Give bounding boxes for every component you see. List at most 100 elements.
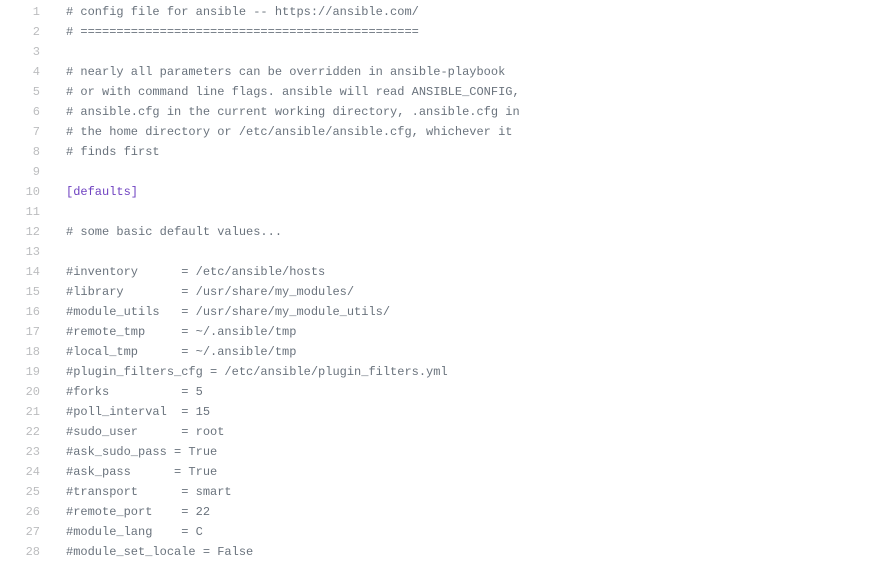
line-number[interactable]: 27: [0, 522, 50, 542]
line-content[interactable]: #remote_tmp = ~/.ansible/tmp: [50, 322, 885, 342]
line-content[interactable]: #forks = 5: [50, 382, 885, 402]
line-content[interactable]: #plugin_filters_cfg = /etc/ansible/plugi…: [50, 362, 885, 382]
line-content[interactable]: [defaults]: [50, 182, 885, 202]
code-line: 22 #sudo_user = root: [0, 422, 885, 442]
code-line: 23 #ask_sudo_pass = True: [0, 442, 885, 462]
code-token: # nearly all parameters can be overridde…: [66, 65, 505, 79]
line-number[interactable]: 15: [0, 282, 50, 302]
code-token: #module_utils = /usr/share/my_module_uti…: [66, 305, 390, 319]
line-number[interactable]: 25: [0, 482, 50, 502]
code-token: # ansible.cfg in the current working dir…: [66, 105, 520, 119]
line-content[interactable]: #transport = smart: [50, 482, 885, 502]
code-line: 2 # =====================================…: [0, 22, 885, 42]
line-number[interactable]: 14: [0, 262, 50, 282]
line-content[interactable]: [50, 202, 885, 222]
line-content[interactable]: # nearly all parameters can be overridde…: [50, 62, 885, 82]
line-number[interactable]: 3: [0, 42, 50, 62]
code-line: 8# finds first: [0, 142, 885, 162]
code-token: #poll_interval = 15: [66, 405, 210, 419]
code-line: 27#module_lang = C: [0, 522, 885, 542]
code-token: # or with command line flags. ansible wi…: [66, 85, 520, 99]
code-line: 4 # nearly all parameters can be overridd…: [0, 62, 885, 82]
code-token: #module_set_locale = False: [66, 545, 253, 559]
code-line: 9: [0, 162, 885, 182]
code-line: 24 #ask_pass = True: [0, 462, 885, 482]
code-token: #library = /usr/share/my_modules/: [66, 285, 354, 299]
line-number[interactable]: 4: [0, 62, 50, 82]
code-token: # config file for ansible -- https://ans…: [66, 5, 419, 19]
line-content[interactable]: # finds first: [50, 142, 885, 162]
line-content[interactable]: [50, 242, 885, 262]
line-content[interactable]: #ask_pass = True: [50, 462, 885, 482]
line-content[interactable]: # or with command line flags. ansible wi…: [50, 82, 885, 102]
line-content[interactable]: [50, 162, 885, 182]
line-number[interactable]: 17: [0, 322, 50, 342]
code-token: # the home directory or /etc/ansible/ans…: [66, 125, 512, 139]
code-token: #sudo_user = root: [66, 425, 224, 439]
code-line: 28 #module_set_locale = False: [0, 542, 885, 562]
code-token: #remote_port = 22: [66, 505, 210, 519]
line-content[interactable]: #module_utils = /usr/share/my_module_uti…: [50, 302, 885, 322]
code-line: 6 # ansible.cfg in the current working di…: [0, 102, 885, 122]
line-content[interactable]: #poll_interval = 15: [50, 402, 885, 422]
code-line: 13: [0, 242, 885, 262]
line-number[interactable]: 1: [0, 2, 50, 22]
line-content[interactable]: #local_tmp = ~/.ansible/tmp: [50, 342, 885, 362]
line-number[interactable]: 2: [0, 22, 50, 42]
code-token: #transport = smart: [66, 485, 232, 499]
line-content[interactable]: # some basic default values...: [50, 222, 885, 242]
code-line: 11: [0, 202, 885, 222]
code-line: 15 #library = /usr/share/my_modules/: [0, 282, 885, 302]
line-content[interactable]: #remote_port = 22: [50, 502, 885, 522]
line-number[interactable]: 24: [0, 462, 50, 482]
line-number[interactable]: 7: [0, 122, 50, 142]
code-token: #local_tmp = ~/.ansible/tmp: [66, 345, 296, 359]
line-number[interactable]: 13: [0, 242, 50, 262]
code-token: #plugin_filters_cfg = /etc/ansible/plugi…: [66, 365, 448, 379]
code-line: 1 # config file for ansible -- https://an…: [0, 2, 885, 22]
code-line: 7 # the home directory or /etc/ansible/an…: [0, 122, 885, 142]
line-content[interactable]: #library = /usr/share/my_modules/: [50, 282, 885, 302]
line-content[interactable]: # config file for ansible -- https://ans…: [50, 2, 885, 22]
code-token: #ask_pass = True: [66, 465, 217, 479]
line-number[interactable]: 5: [0, 82, 50, 102]
code-line: 17#remote_tmp = ~/.ansible/tmp: [0, 322, 885, 342]
line-content[interactable]: #sudo_user = root: [50, 422, 885, 442]
code-line: 20 #forks = 5: [0, 382, 885, 402]
line-content[interactable]: # ansible.cfg in the current working dir…: [50, 102, 885, 122]
line-number[interactable]: 21: [0, 402, 50, 422]
code-viewer[interactable]: 1 # config file for ansible -- https://an…: [0, 0, 885, 562]
code-token: [defaults]: [66, 185, 138, 199]
line-number[interactable]: 12: [0, 222, 50, 242]
line-content[interactable]: #module_set_locale = False: [50, 542, 885, 562]
line-content[interactable]: #module_lang = C: [50, 522, 885, 542]
code-token: #inventory = /etc/ansible/hosts: [66, 265, 325, 279]
code-line: 25 #transport = smart: [0, 482, 885, 502]
code-line: 19 #plugin_filters_cfg = /etc/ansible/plu…: [0, 362, 885, 382]
code-line: 14 #inventory = /etc/ansible/hosts: [0, 262, 885, 282]
code-token: # ======================================…: [66, 25, 419, 39]
line-number[interactable]: 22: [0, 422, 50, 442]
code-line: 5 # or with command line flags. ansible w…: [0, 82, 885, 102]
line-content[interactable]: #ask_sudo_pass = True: [50, 442, 885, 462]
code-token: #ask_sudo_pass = True: [66, 445, 217, 459]
line-number[interactable]: 23: [0, 442, 50, 462]
line-number[interactable]: 19: [0, 362, 50, 382]
line-number[interactable]: 8: [0, 142, 50, 162]
line-content[interactable]: # the home directory or /etc/ansible/ans…: [50, 122, 885, 142]
line-content[interactable]: [50, 42, 885, 62]
code-token: #forks = 5: [66, 385, 203, 399]
line-number[interactable]: 20: [0, 382, 50, 402]
line-number[interactable]: 16: [0, 302, 50, 322]
line-number[interactable]: 6: [0, 102, 50, 122]
line-content[interactable]: #inventory = /etc/ansible/hosts: [50, 262, 885, 282]
line-number[interactable]: 18: [0, 342, 50, 362]
line-number[interactable]: 26: [0, 502, 50, 522]
line-number[interactable]: 28: [0, 542, 50, 562]
code-token: # some basic default values...: [66, 225, 282, 239]
line-content[interactable]: # ======================================…: [50, 22, 885, 42]
code-line: 3: [0, 42, 885, 62]
line-number[interactable]: 10: [0, 182, 50, 202]
line-number[interactable]: 11: [0, 202, 50, 222]
line-number[interactable]: 9: [0, 162, 50, 182]
